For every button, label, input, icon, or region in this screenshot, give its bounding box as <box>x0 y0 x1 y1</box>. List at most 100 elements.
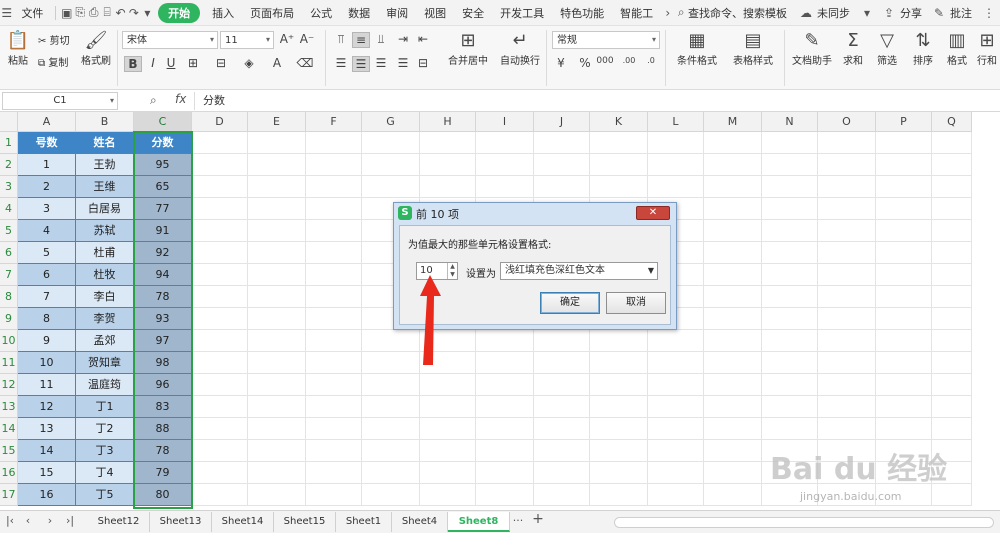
table-cell[interactable]: 92 <box>134 242 192 264</box>
row-header[interactable]: 3 <box>0 176 18 198</box>
empty-cell[interactable] <box>534 440 590 462</box>
empty-cell[interactable] <box>248 396 306 418</box>
empty-cell[interactable] <box>362 374 420 396</box>
table-cell[interactable]: 李贺 <box>76 308 134 330</box>
row-header[interactable]: 9 <box>0 308 18 330</box>
tab-view[interactable]: 视图 <box>416 5 454 21</box>
redo-icon[interactable]: ↷ <box>127 6 140 20</box>
table-cell[interactable]: 贺知章 <box>76 352 134 374</box>
table-cell[interactable]: 2 <box>18 176 76 198</box>
row-header[interactable]: 1 <box>0 132 18 154</box>
select-all-corner[interactable] <box>0 112 18 132</box>
empty-cell[interactable] <box>420 440 476 462</box>
empty-cell[interactable] <box>876 154 932 176</box>
table-cell[interactable]: 白居易 <box>76 198 134 220</box>
doc-helper-button[interactable]: ✎ 文档助手 <box>788 30 836 67</box>
print-preview-icon[interactable]: ⌸ <box>100 5 113 20</box>
empty-cell[interactable] <box>590 330 648 352</box>
empty-cell[interactable] <box>476 418 534 440</box>
format-button[interactable]: ▥ 格式 <box>942 30 972 67</box>
empty-cell[interactable] <box>876 352 932 374</box>
column-header-m[interactable]: M <box>704 112 762 132</box>
table-cell[interactable]: 77 <box>134 198 192 220</box>
decrease-decimal-icon[interactable]: .0 <box>642 56 660 65</box>
empty-cell[interactable] <box>762 286 818 308</box>
table-cell[interactable]: 杜牧 <box>76 264 134 286</box>
align-center-icon[interactable]: ☰ <box>352 56 370 72</box>
count-spinner[interactable]: 10 ▲ ▼ <box>416 262 458 280</box>
sync-status-button[interactable]: 未同步 <box>817 5 856 21</box>
table-cell[interactable]: 15 <box>18 462 76 484</box>
table-cell[interactable]: 13 <box>18 418 76 440</box>
border-icon[interactable]: ⊞ <box>184 56 202 70</box>
tab-data[interactable]: 数据 <box>340 5 378 21</box>
prev-sheet-icon[interactable]: ‹ <box>20 514 36 527</box>
empty-cell[interactable] <box>248 220 306 242</box>
increase-decimal-icon[interactable]: .00 <box>620 56 638 65</box>
row-header[interactable]: 14 <box>0 418 18 440</box>
column-header-c[interactable]: C <box>134 112 192 132</box>
empty-cell[interactable] <box>704 462 762 484</box>
empty-cell[interactable] <box>248 352 306 374</box>
font-color-icon[interactable]: A <box>268 56 286 70</box>
empty-cell[interactable] <box>876 418 932 440</box>
empty-cell[interactable] <box>590 396 648 418</box>
chevron-down-icon[interactable]: ▾ <box>141 6 154 20</box>
cut-button[interactable]: ✂ 剪切 <box>38 32 70 47</box>
row-header[interactable]: 4 <box>0 198 18 220</box>
empty-cell[interactable] <box>534 330 590 352</box>
table-cell[interactable]: 12 <box>18 396 76 418</box>
increase-font-icon[interactable]: A⁺ <box>278 32 296 46</box>
empty-cell[interactable] <box>192 286 248 308</box>
empty-cell[interactable] <box>818 396 876 418</box>
empty-cell[interactable] <box>818 308 876 330</box>
empty-cell[interactable] <box>306 352 362 374</box>
italic-button[interactable]: I <box>144 56 162 70</box>
empty-cell[interactable] <box>704 352 762 374</box>
empty-cell[interactable] <box>192 308 248 330</box>
empty-cell[interactable] <box>306 220 362 242</box>
empty-cell[interactable] <box>704 132 762 154</box>
table-cell[interactable]: 65 <box>134 176 192 198</box>
sheet-tab[interactable]: Sheet12 <box>88 512 150 532</box>
sheet-tab[interactable]: Sheet15 <box>274 512 336 532</box>
table-cell[interactable]: 8 <box>18 308 76 330</box>
column-header-n[interactable]: N <box>762 112 818 132</box>
tab-home[interactable]: 开始 <box>158 2 201 23</box>
empty-cell[interactable] <box>248 374 306 396</box>
empty-cell[interactable] <box>192 418 248 440</box>
tab-features[interactable]: 特色功能 <box>552 5 612 21</box>
column-header-d[interactable]: D <box>192 112 248 132</box>
empty-cell[interactable] <box>876 198 932 220</box>
decrease-font-icon[interactable]: A⁻ <box>298 32 316 46</box>
empty-cell[interactable] <box>876 132 932 154</box>
distributed-icon[interactable]: ⊟ <box>414 56 432 70</box>
empty-cell[interactable] <box>248 286 306 308</box>
tab-security[interactable]: 安全 <box>454 5 492 21</box>
empty-cell[interactable] <box>704 286 762 308</box>
empty-cell[interactable] <box>192 440 248 462</box>
table-cell[interactable]: 李白 <box>76 286 134 308</box>
conditional-format-button[interactable]: ▦ 条件格式 <box>670 30 724 67</box>
table-cell[interactable]: 丁2 <box>76 418 134 440</box>
empty-cell[interactable] <box>248 418 306 440</box>
empty-cell[interactable] <box>818 330 876 352</box>
empty-cell[interactable] <box>648 352 704 374</box>
chevron-down-icon[interactable]: ▾ <box>856 6 878 20</box>
more-sheets-button[interactable]: ··· <box>510 514 526 527</box>
column-header-h[interactable]: H <box>420 112 476 132</box>
empty-cell[interactable] <box>818 418 876 440</box>
filter-button[interactable]: ▽ 筛选 <box>870 30 904 67</box>
sum-button[interactable]: Σ 求和 <box>838 30 868 67</box>
empty-cell[interactable] <box>762 132 818 154</box>
empty-cell[interactable] <box>420 374 476 396</box>
table-cell[interactable]: 93 <box>134 308 192 330</box>
table-cell[interactable]: 16 <box>18 484 76 506</box>
empty-cell[interactable] <box>704 440 762 462</box>
column-header-e[interactable]: E <box>248 112 306 132</box>
table-cell[interactable]: 97 <box>134 330 192 352</box>
underline-button[interactable]: U <box>162 56 180 70</box>
empty-cell[interactable] <box>248 198 306 220</box>
empty-cell[interactable] <box>762 242 818 264</box>
row-header[interactable]: 13 <box>0 396 18 418</box>
